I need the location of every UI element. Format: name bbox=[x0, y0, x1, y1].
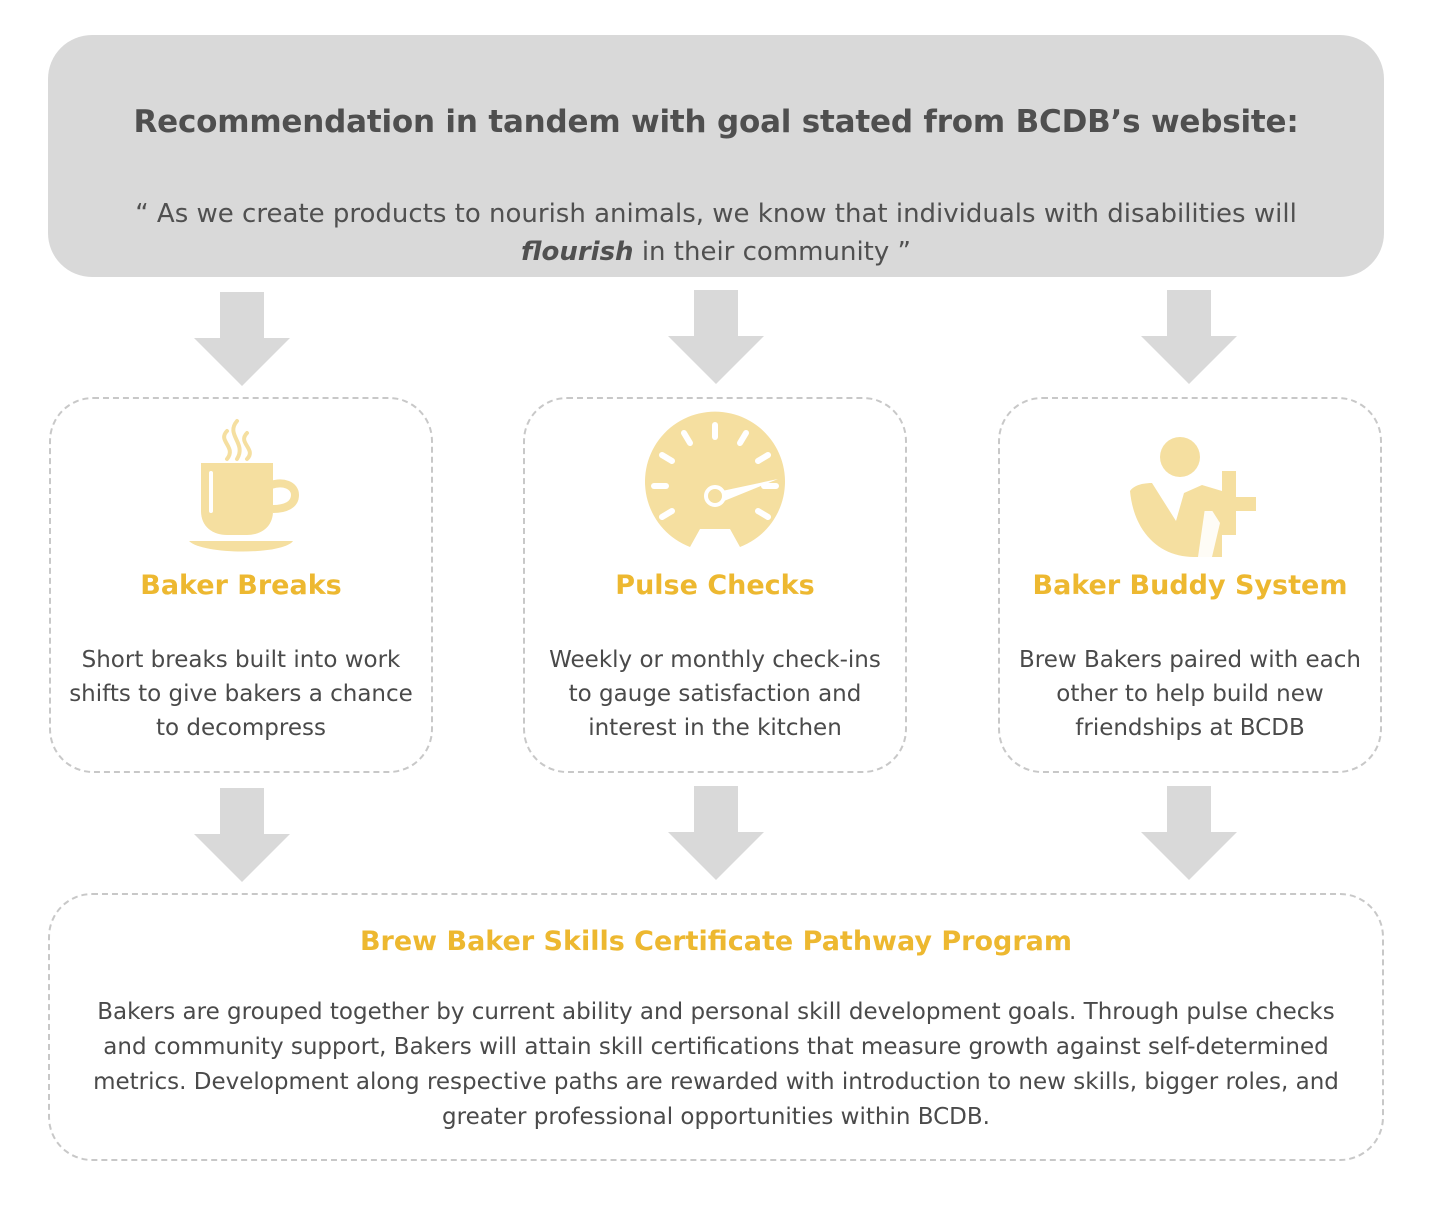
goal-statement-box: Recommendation in tandem with goal state… bbox=[48, 35, 1384, 277]
certificate-program-box: Brew Baker Skills Certificate Pathway Pr… bbox=[48, 893, 1384, 1161]
program-description: Bakers are grouped together by current a… bbox=[93, 999, 1339, 1130]
pulse-checks-card: Pulse Checks Weekly or monthly check-ins… bbox=[523, 397, 907, 773]
card-description: Short breaks built into work shifts to g… bbox=[69, 647, 413, 741]
quote-emphasis: flourish bbox=[521, 237, 634, 267]
coffee-cup-icon bbox=[51, 411, 431, 561]
card-title: Pulse Checks bbox=[615, 570, 815, 601]
down-arrow-icon bbox=[1141, 786, 1237, 882]
card-title: Baker Buddy System bbox=[1032, 570, 1348, 601]
baker-buddy-system-card: Baker Buddy System Brew Bakers paired wi… bbox=[998, 397, 1382, 773]
down-arrow-icon bbox=[668, 786, 764, 882]
add-user-icon bbox=[1000, 411, 1380, 561]
goal-quote: “ As we create products to nourish anima… bbox=[108, 195, 1324, 271]
down-arrow-icon bbox=[194, 788, 290, 884]
program-title: Brew Baker Skills Certificate Pathway Pr… bbox=[359, 926, 1073, 957]
quote-text-end: in their community ” bbox=[633, 237, 911, 267]
speedometer-icon bbox=[525, 411, 905, 561]
header-title: Recommendation in tandem with goal state… bbox=[133, 104, 1299, 140]
card-description: Weekly or monthly check-ins to gauge sat… bbox=[549, 647, 881, 741]
quote-text-start: “ As we create products to nourish anima… bbox=[135, 199, 1297, 229]
card-title: Baker Breaks bbox=[140, 570, 342, 601]
baker-breaks-card: Baker Breaks Short breaks built into wor… bbox=[49, 397, 433, 773]
down-arrow-icon bbox=[1141, 290, 1237, 386]
card-description: Brew Bakers paired with each other to he… bbox=[1019, 647, 1361, 741]
down-arrow-icon bbox=[194, 292, 290, 388]
down-arrow-icon bbox=[668, 290, 764, 386]
